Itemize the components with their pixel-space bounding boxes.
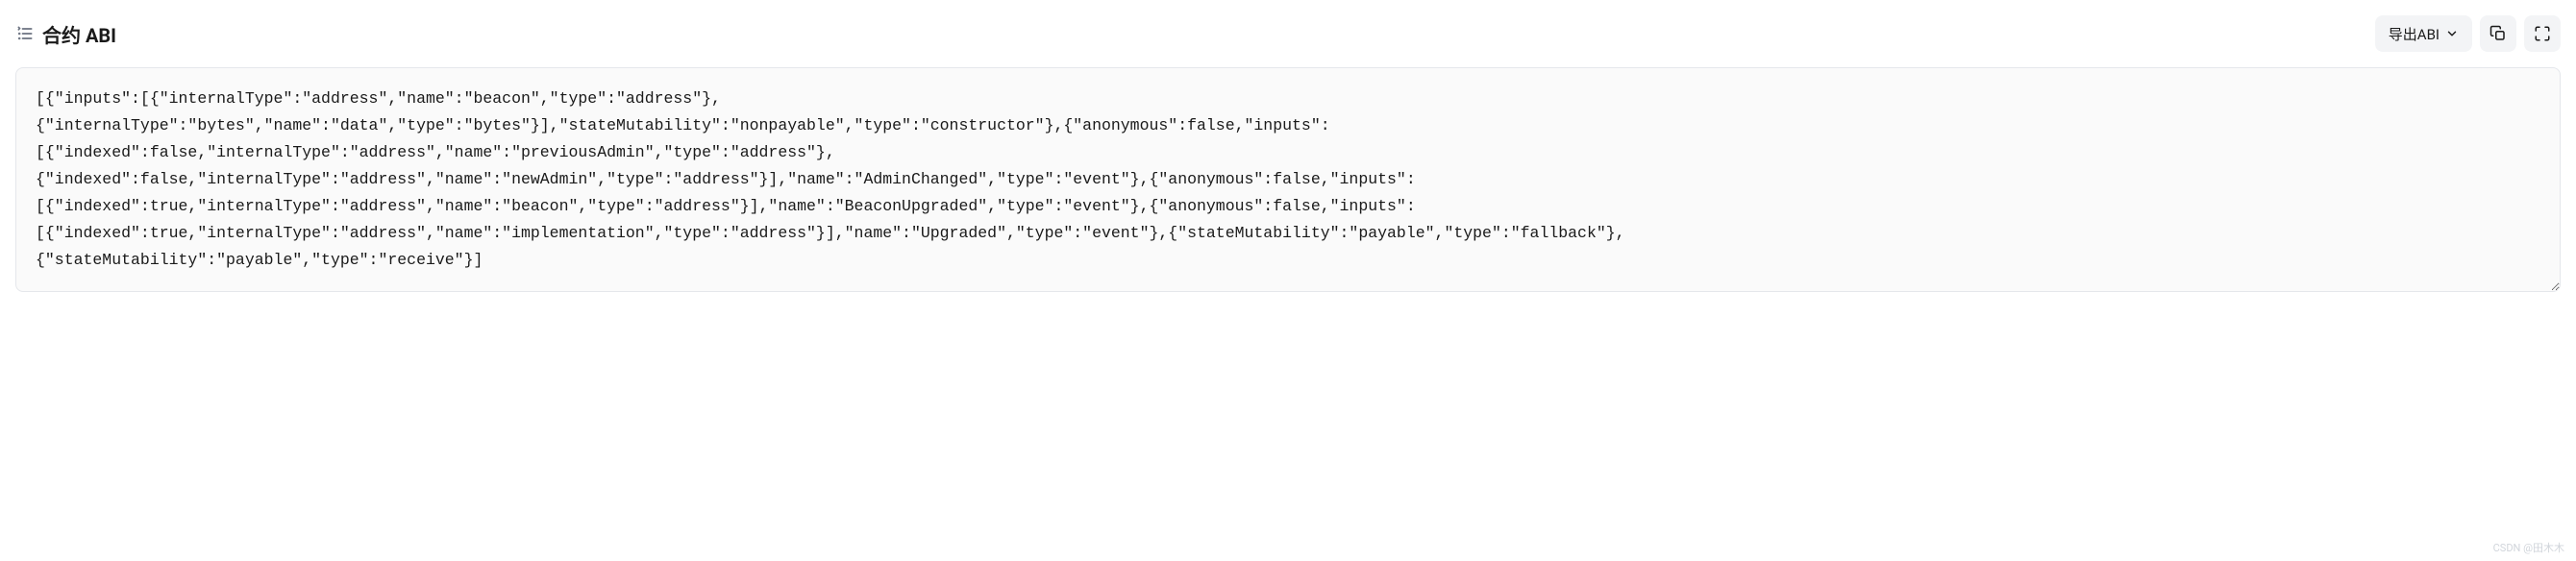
copy-button[interactable] bbox=[2480, 15, 2516, 52]
section-title: 合约 ABI bbox=[42, 20, 116, 48]
copy-icon bbox=[2489, 25, 2507, 42]
list-icon bbox=[15, 24, 35, 43]
export-abi-label: 导出ABI bbox=[2389, 24, 2440, 44]
chevron-down-icon bbox=[2445, 27, 2459, 40]
expand-button[interactable] bbox=[2524, 15, 2561, 52]
abi-code-content[interactable]: [{"inputs":[{"internalType":"address","n… bbox=[15, 67, 2561, 292]
header-left: 合约 ABI bbox=[15, 20, 116, 48]
watermark: CSDN @田木木 bbox=[2493, 540, 2564, 555]
header-actions: 导出ABI bbox=[2375, 15, 2561, 52]
export-abi-button[interactable]: 导出ABI bbox=[2375, 15, 2472, 52]
section-header: 合约 ABI 导出ABI bbox=[15, 15, 2561, 52]
expand-icon bbox=[2534, 25, 2551, 42]
